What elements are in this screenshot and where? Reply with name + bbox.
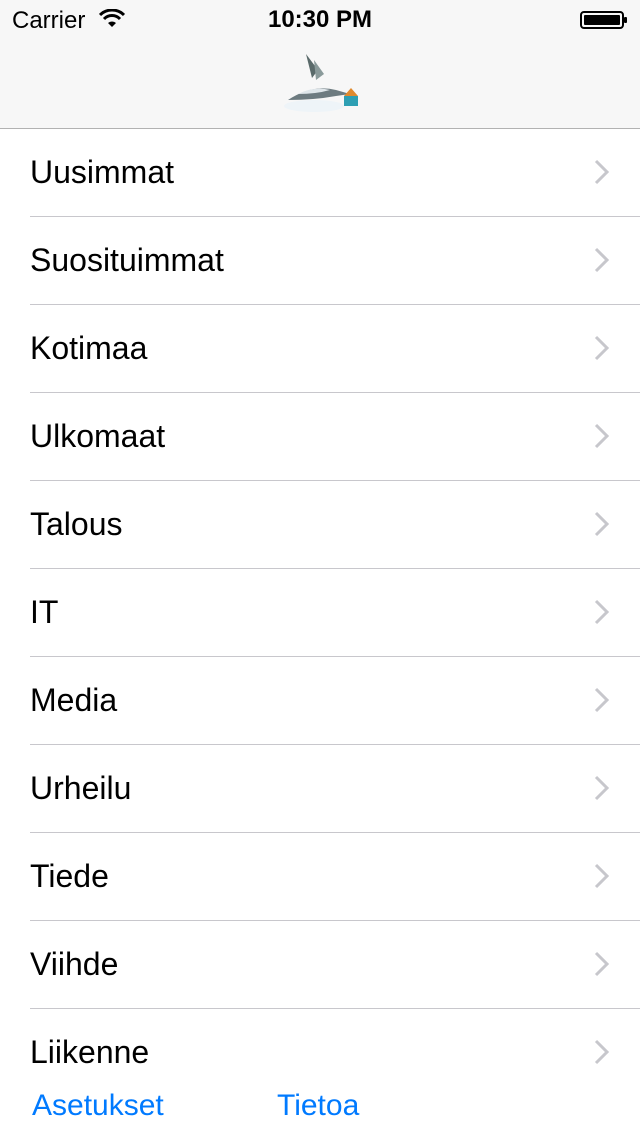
chevron-right-icon <box>594 775 610 801</box>
category-row[interactable]: Uusimmat <box>0 129 640 217</box>
chevron-right-icon <box>594 247 610 273</box>
battery-full-icon <box>580 11 627 29</box>
chevron-right-icon <box>594 1039 610 1065</box>
category-row[interactable]: Media <box>0 657 640 745</box>
category-label: IT <box>30 594 59 630</box>
category-label: Talous <box>30 506 123 542</box>
chevron-right-icon <box>594 951 610 977</box>
category-label: Urheilu <box>30 770 132 806</box>
category-row[interactable]: Suosituimmat <box>0 217 640 305</box>
category-label: Kotimaa <box>30 330 148 366</box>
category-row[interactable]: IT <box>0 569 640 657</box>
chevron-right-icon <box>594 863 610 889</box>
category-row[interactable]: Tiede <box>0 833 640 921</box>
chevron-right-icon <box>594 599 610 625</box>
category-label: Viihde <box>30 946 119 982</box>
chevron-right-icon <box>594 511 610 537</box>
chevron-right-icon <box>594 687 610 713</box>
chevron-right-icon <box>594 335 610 361</box>
category-label: Media <box>30 682 118 718</box>
info-button[interactable]: Tietoa <box>277 1086 359 1126</box>
chevron-right-icon <box>594 423 610 449</box>
category-row[interactable]: Urheilu <box>0 745 640 833</box>
category-label: Tiede <box>30 858 109 894</box>
category-row[interactable]: Ulkomaat <box>0 393 640 481</box>
chevron-right-icon <box>594 159 610 185</box>
clock: 10:30 PM <box>267 6 373 33</box>
status-bar: Carrier 10:30 PM <box>0 0 640 40</box>
category-row[interactable]: Talous <box>0 481 640 569</box>
category-label: Ulkomaat <box>30 418 166 454</box>
category-row[interactable]: Viihde <box>0 921 640 1009</box>
bottom-toolbar: Asetukset Tietoa <box>0 1080 640 1136</box>
category-label: Uusimmat <box>30 154 175 190</box>
category-label: Suosituimmat <box>30 242 224 278</box>
navigation-bar <box>0 40 640 129</box>
stork-logo-icon <box>284 54 358 112</box>
category-list: Uusimmat Suosituimmat Kotimaa Ulkomaat T… <box>0 129 640 1097</box>
category-row[interactable]: Kotimaa <box>0 305 640 393</box>
settings-button[interactable]: Asetukset <box>32 1086 164 1126</box>
